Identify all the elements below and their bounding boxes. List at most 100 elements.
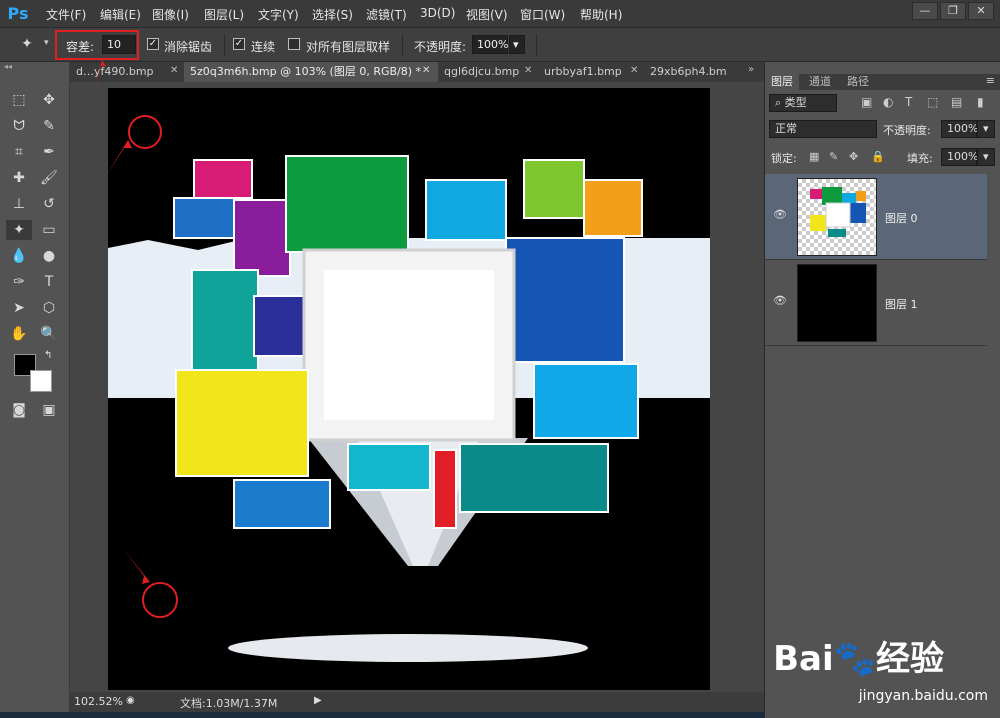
fill-input[interactable]: 100%	[941, 148, 978, 166]
pixel-filter-icon[interactable]: ▣	[861, 95, 872, 109]
shape-filter-icon[interactable]: ⬚	[927, 95, 938, 109]
panel-menu-icon[interactable]: ≡	[986, 74, 995, 87]
opacity-input[interactable]: 100%	[472, 35, 508, 54]
canvas-area	[70, 82, 764, 692]
eyedropper-tool-icon[interactable]: ✒	[38, 142, 60, 162]
marquee-tool-icon[interactable]: ⬚	[8, 90, 30, 110]
antialias-checkbox[interactable]: ✓	[147, 38, 159, 50]
layer-opacity-dropdown-icon[interactable]: ▾	[977, 120, 995, 138]
minimize-button[interactable]: —	[912, 2, 938, 20]
blend-mode-dropdown[interactable]: 正常	[769, 120, 877, 138]
tab-layers[interactable]: 图层	[765, 74, 799, 90]
tool-preset-chevron-icon[interactable]: ▾	[44, 38, 49, 48]
watermark-url: jingyan.baidu.com	[858, 688, 988, 704]
close-tab-icon[interactable]: ✕	[524, 65, 532, 76]
menu-filter[interactable]: 滤镜(T)	[366, 6, 407, 23]
background-color-swatch[interactable]	[30, 370, 52, 392]
filter-toggle-icon[interactable]: ▮	[977, 95, 984, 109]
pen-tool-icon[interactable]: ✑	[8, 272, 30, 292]
screen-mode-icon[interactable]: ▣	[38, 400, 60, 420]
tolerance-highlight-box	[55, 30, 139, 60]
watermark-logo: Bai🐾经验	[773, 639, 944, 679]
fill-dropdown-icon[interactable]: ▾	[977, 148, 995, 166]
close-button[interactable]: ✕	[968, 2, 994, 20]
menu-layer[interactable]: 图层(L)	[204, 6, 244, 23]
move-tool-icon[interactable]: ✥	[38, 90, 60, 110]
hand-tool-icon[interactable]: ✋	[8, 324, 30, 344]
type-filter-icon[interactable]: T	[905, 95, 912, 109]
menu-help[interactable]: 帮助(H)	[580, 6, 622, 23]
lock-all-icon[interactable]: 🔒	[871, 150, 885, 163]
opacity-dropdown-icon[interactable]: ▾	[509, 35, 525, 54]
layer-name[interactable]: 图层 0	[885, 210, 918, 226]
gradient-tool-icon[interactable]: ▭	[38, 220, 60, 240]
menu-bar: Ps 文件(F) 编辑(E) 图像(I) 图层(L) 文字(Y) 选择(S) 滤…	[0, 0, 1000, 28]
magic-wand-icon[interactable]: ✦	[16, 34, 38, 54]
clone-stamp-icon[interactable]: ⊥	[8, 194, 30, 214]
tab-doc-3[interactable]: qgl6djcu.bmp	[438, 62, 538, 82]
tabs-overflow-icon[interactable]: »	[748, 64, 754, 75]
menu-file[interactable]: 文件(F)	[46, 6, 86, 23]
visibility-eye-icon[interactable]: 👁	[773, 295, 787, 306]
close-tab-icon[interactable]: ✕	[422, 65, 430, 76]
antialias-label: 消除锯齿	[164, 40, 213, 54]
lasso-tool-icon[interactable]: ᗢ	[8, 116, 30, 136]
healing-brush-icon[interactable]: ✚	[8, 168, 30, 188]
tools-panel: ◂◂ ⬚ ✥ ᗢ ✎ ⌗ ✒ ✚ 🖌 ⊥ ↺ ✦ ▭ 💧 ● ✑ T ➤ ⬡ ✋…	[0, 62, 70, 718]
menu-3d[interactable]: 3D(D)	[420, 6, 455, 20]
close-tab-icon[interactable]: ✕	[630, 65, 638, 76]
tab-doc-5[interactable]: 29xb6ph4.bm	[644, 62, 744, 82]
panel-tabs: 图层 通道 路径 ≡	[765, 74, 1000, 90]
brush-tool-icon[interactable]: 🖌	[38, 168, 60, 188]
lock-transparent-icon[interactable]: ▦	[809, 150, 819, 163]
tab-doc-4[interactable]: urbbyaf1.bmp	[538, 62, 644, 82]
contiguous-checkbox[interactable]: ✓	[233, 38, 245, 50]
layer-opacity-label: 不透明度:	[883, 124, 931, 137]
zoom-level[interactable]: 102.52%	[74, 695, 123, 708]
collapse-icon[interactable]: ◂◂	[4, 62, 12, 71]
fill-label: 填充:	[907, 152, 933, 165]
options-bar: ✦ ▾ 容差: 10 ✓ 消除锯齿 ✓ 连续 对所有图层取样 不透明度: 100…	[0, 28, 1000, 62]
status-info-icon[interactable]: ◉	[126, 695, 135, 706]
layer-thumbnail	[797, 178, 877, 256]
shape-tool-icon[interactable]: ⬡	[38, 298, 60, 318]
lock-label: 锁定:	[771, 152, 797, 165]
type-tool-icon[interactable]: T	[38, 272, 60, 292]
menu-view[interactable]: 视图(V)	[466, 6, 508, 23]
menu-window[interactable]: 窗口(W)	[520, 6, 565, 23]
magic-eraser-tool-icon[interactable]: ✦	[6, 220, 32, 240]
document-tabs: d…yf490.bmp ✕ 5z0q3m6h.bmp @ 103% (图层 0,…	[70, 62, 764, 82]
tab-channels[interactable]: 通道	[803, 74, 837, 90]
dodge-tool-icon[interactable]: ●	[38, 246, 60, 266]
quick-mask-icon[interactable]: ◙	[8, 400, 30, 420]
layer-row-1[interactable]: 👁 图层 1	[765, 260, 987, 346]
filter-kind-dropdown[interactable]: ⌕ 类型	[769, 94, 837, 112]
visibility-eye-icon[interactable]: 👁	[773, 209, 787, 220]
menu-select[interactable]: 选择(S)	[312, 6, 353, 23]
history-brush-icon[interactable]: ↺	[38, 194, 60, 214]
status-menu-arrow-icon[interactable]: ▶	[314, 695, 322, 706]
lock-image-icon[interactable]: ✎	[829, 150, 838, 163]
adjustment-filter-icon[interactable]: ◐	[883, 95, 893, 109]
crop-tool-icon[interactable]: ⌗	[8, 142, 30, 162]
layer-opacity-input[interactable]: 100%	[941, 120, 978, 138]
menu-image[interactable]: 图像(I)	[152, 6, 189, 23]
sample-all-layers-checkbox[interactable]	[288, 38, 300, 50]
lock-position-icon[interactable]: ✥	[849, 150, 858, 163]
blur-tool-icon[interactable]: 💧	[8, 246, 30, 266]
tab-paths[interactable]: 路径	[841, 74, 875, 90]
quick-select-tool-icon[interactable]: ✎	[38, 116, 60, 136]
contiguous-label: 连续	[251, 40, 276, 54]
sample-all-layers-label: 对所有图层取样	[306, 40, 391, 54]
close-tab-icon[interactable]: ✕	[170, 65, 178, 76]
swap-colors-icon[interactable]: ↰	[44, 350, 52, 361]
restore-button[interactable]: ❐	[940, 2, 966, 20]
layer-name[interactable]: 图层 1	[885, 296, 918, 312]
zoom-tool-icon[interactable]: 🔍	[38, 324, 60, 344]
path-select-icon[interactable]: ➤	[8, 298, 30, 318]
menu-type[interactable]: 文字(Y)	[258, 6, 299, 23]
menu-edit[interactable]: 编辑(E)	[100, 6, 141, 23]
smart-object-filter-icon[interactable]: ▤	[951, 95, 962, 109]
tab-doc-active[interactable]: 5z0q3m6h.bmp @ 103% (图层 0, RGB/8) *	[184, 62, 438, 82]
layer-row-0[interactable]: 👁 图层 0	[765, 174, 987, 260]
